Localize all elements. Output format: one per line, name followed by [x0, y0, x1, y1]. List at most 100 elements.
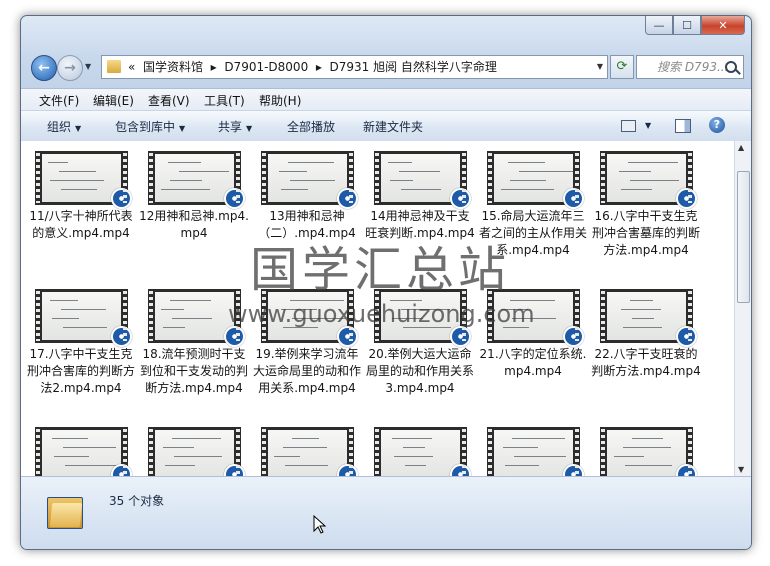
file-name: 14用神忌神及干支旺衰判断.mp4.mp4: [365, 209, 475, 240]
navigation-bar: ← → ▼ « 国学资料馆 ▸ D7901-D8000 ▸ D7931 旭阅 自…: [29, 52, 744, 82]
file-item[interactable]: 16.八字中干支生克刑冲合害墓库的判断方法.mp4.mp4: [591, 151, 701, 259]
scrollbar-thumb[interactable]: [737, 171, 750, 303]
video-thumbnail: [599, 289, 697, 347]
menu-help[interactable]: 帮助(H): [259, 92, 301, 109]
refresh-button[interactable]: ⟳: [610, 55, 634, 79]
file-item[interactable]: [478, 427, 588, 476]
video-thumbnail: [147, 289, 245, 347]
back-button[interactable]: ←: [31, 55, 57, 81]
share-button[interactable]: 共享 ▼: [218, 118, 252, 135]
media-player-icon: [110, 326, 132, 347]
search-input[interactable]: 搜索 D793...: [636, 55, 744, 79]
breadcrumb-separator-icon[interactable]: ▸: [316, 60, 322, 74]
file-item[interactable]: 22.八字干支旺衰的判断方法.mp4.mp4: [591, 289, 701, 380]
folder-icon: [47, 493, 83, 529]
file-item[interactable]: 12用神和忌神.mp4.mp4: [139, 151, 249, 242]
organize-button[interactable]: 组织 ▼: [47, 118, 81, 135]
forward-button[interactable]: →: [57, 55, 83, 81]
file-list: ▲ ▼ 11/八字十神所代表的意义.mp4.mp4 12用神和忌神.mp4.mp4…: [21, 141, 751, 476]
close-button[interactable]: ✕: [701, 16, 745, 35]
media-player-icon: [675, 188, 697, 209]
file-item[interactable]: 13用神和忌神（二）.mp4.mp4: [252, 151, 362, 242]
file-item[interactable]: 18.流年预测时干支到位和干支发动的判断方法.mp4.mp4: [139, 289, 249, 397]
video-thumbnail: [373, 151, 471, 209]
file-name: 22.八字干支旺衰的判断方法.mp4.mp4: [591, 347, 701, 378]
breadcrumb-overflow[interactable]: «: [128, 60, 135, 74]
include-in-library-button[interactable]: 包含到库中 ▼: [115, 118, 185, 135]
vertical-scrollbar[interactable]: ▲ ▼: [734, 141, 751, 476]
breadcrumb: « 国学资料馆 ▸ D7901-D8000 ▸ D7931 旭阅 自然科学八字命…: [128, 56, 497, 78]
breadcrumb-separator-icon[interactable]: ▸: [211, 60, 217, 74]
history-dropdown-icon[interactable]: ▼: [85, 62, 91, 71]
menu-view[interactable]: 查看(V): [148, 92, 190, 109]
window-controls: — ☐ ✕: [645, 16, 745, 35]
file-item[interactable]: 21.八字的定位系统.mp4.mp4: [478, 289, 588, 380]
file-item[interactable]: [365, 427, 475, 476]
file-item[interactable]: 20.举例大运大运命局里的动和作用关系3.mp4.mp4: [365, 289, 475, 397]
media-player-icon: [336, 188, 358, 209]
menu-file[interactable]: 文件(F): [39, 92, 79, 109]
media-player-icon: [223, 464, 245, 476]
video-thumbnail: [147, 427, 245, 476]
search-icon[interactable]: [725, 61, 737, 73]
file-name: 11/八字十神所代表的意义.mp4.mp4: [29, 209, 133, 240]
media-player-icon: [223, 326, 245, 347]
file-item[interactable]: 19.举例来学习流年大运命局里的动和作用关系.mp4.mp4: [252, 289, 362, 397]
file-item[interactable]: [591, 427, 701, 476]
maximize-button[interactable]: ☐: [673, 16, 701, 35]
media-player-icon: [675, 464, 697, 476]
video-thumbnail: [147, 151, 245, 209]
address-bar[interactable]: « 国学资料馆 ▸ D7901-D8000 ▸ D7931 旭阅 自然科学八字命…: [101, 55, 608, 79]
chevron-down-icon: ▼: [75, 124, 82, 133]
new-folder-button[interactable]: 新建文件夹: [363, 118, 423, 135]
breadcrumb-item[interactable]: D7901-D8000: [224, 60, 308, 74]
menu-edit[interactable]: 编辑(E): [93, 92, 134, 109]
file-name: 21.八字的定位系统.mp4.mp4: [479, 347, 587, 378]
media-player-icon: [449, 464, 471, 476]
video-thumbnail: [34, 151, 132, 209]
video-thumbnail: [373, 427, 471, 476]
file-name: 15.命局大运流年三者之间的主从作用关系.mp4.mp4: [478, 209, 587, 257]
search-placeholder: 搜索 D793...: [657, 60, 729, 74]
file-name: 20.举例大运大运命局里的动和作用关系3.mp4.mp4: [365, 347, 474, 395]
video-thumbnail: [486, 151, 584, 209]
explorer-window: — ☐ ✕ ← → ▼ « 国学资料馆 ▸ D7901-D8000 ▸ D793…: [20, 15, 752, 550]
breadcrumb-item[interactable]: 国学资料馆: [143, 60, 203, 74]
minimize-button[interactable]: —: [645, 16, 673, 35]
video-thumbnail: [260, 289, 358, 347]
media-player-icon: [449, 188, 471, 209]
file-item[interactable]: 14用神忌神及干支旺衰判断.mp4.mp4: [365, 151, 475, 242]
file-item[interactable]: [139, 427, 249, 476]
file-name: 16.八字中干支生克刑冲合害墓库的判断方法.mp4.mp4: [591, 209, 700, 257]
view-options-icon[interactable]: [621, 120, 636, 132]
media-player-icon: [336, 464, 358, 476]
help-icon[interactable]: ?: [709, 117, 725, 133]
video-thumbnail: [599, 427, 697, 476]
menu-tools[interactable]: 工具(T): [204, 92, 245, 109]
file-item[interactable]: 11/八字十神所代表的意义.mp4.mp4: [26, 151, 136, 242]
file-item[interactable]: 17.八字中干支生克刑冲合害库的判断方法2.mp4.mp4: [26, 289, 136, 397]
file-item[interactable]: 15.命局大运流年三者之间的主从作用关系.mp4.mp4: [478, 151, 588, 259]
address-dropdown-icon[interactable]: ▼: [597, 56, 603, 78]
video-thumbnail: [260, 427, 358, 476]
media-player-icon: [110, 464, 132, 476]
file-item[interactable]: [252, 427, 362, 476]
media-player-icon: [223, 188, 245, 209]
media-player-icon: [562, 464, 584, 476]
file-name: 12用神和忌神.mp4.mp4: [139, 209, 249, 240]
video-thumbnail: [34, 427, 132, 476]
preview-pane-icon[interactable]: [675, 119, 691, 133]
play-all-button[interactable]: 全部播放: [287, 118, 335, 135]
chevron-down-icon: ▼: [246, 124, 253, 133]
media-player-icon: [562, 326, 584, 347]
media-player-icon: [336, 326, 358, 347]
scroll-up-icon[interactable]: ▲: [738, 143, 744, 152]
media-player-icon: [449, 326, 471, 347]
scroll-down-icon[interactable]: ▼: [738, 465, 744, 474]
view-dropdown-icon[interactable]: ▼: [645, 121, 651, 130]
media-player-icon: [110, 188, 132, 209]
breadcrumb-item[interactable]: D7931 旭阅 自然科学八字命理: [330, 60, 497, 74]
details-pane: 35 个对象: [21, 476, 751, 549]
media-player-icon: [675, 326, 697, 347]
file-item[interactable]: [26, 427, 136, 476]
